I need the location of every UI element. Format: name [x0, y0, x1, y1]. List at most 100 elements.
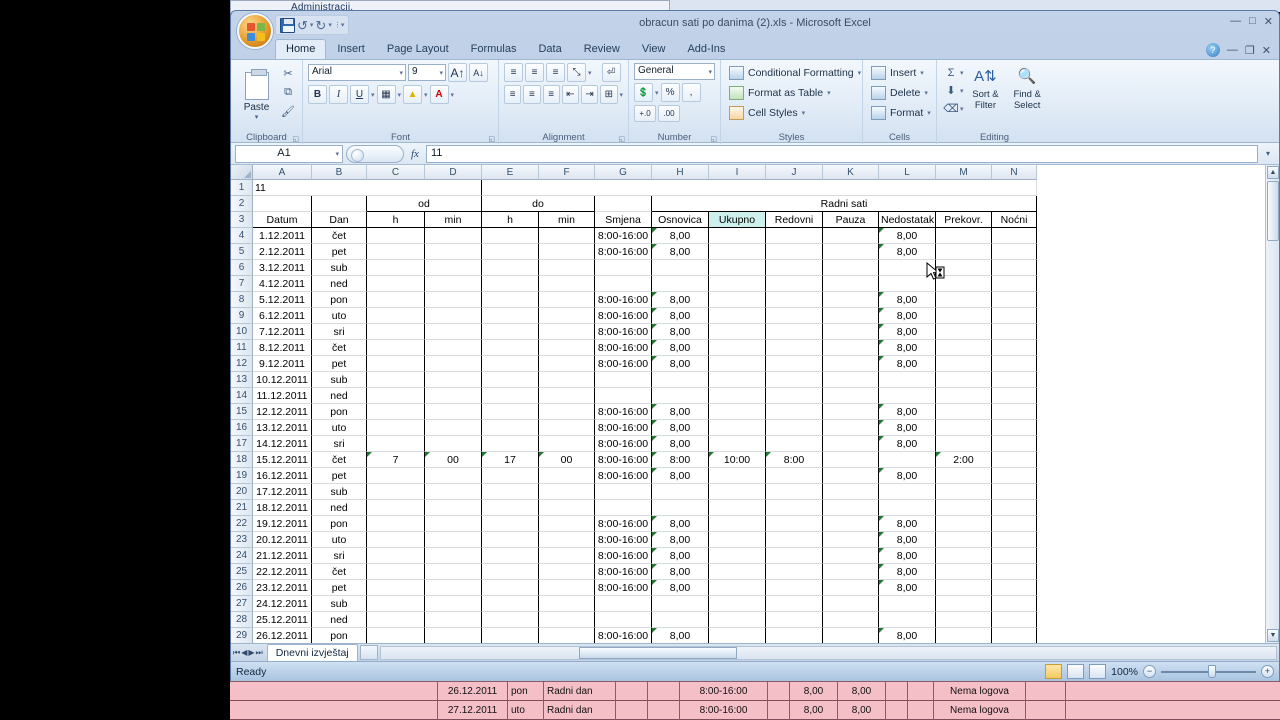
cell-B22[interactable]: pon: [312, 516, 367, 532]
cell-L14[interactable]: [879, 388, 936, 404]
cell-E10[interactable]: [482, 324, 539, 340]
decrease-indent-icon[interactable]: ⇤: [561, 85, 579, 104]
cell-G16[interactable]: 8:00-16:00: [595, 420, 652, 436]
cell-H7[interactable]: [652, 276, 709, 292]
borders-icon[interactable]: ▦: [376, 85, 396, 104]
minimize-button[interactable]: —: [1230, 15, 1241, 28]
cell-E9[interactable]: [482, 308, 539, 324]
cell-F16[interactable]: [539, 420, 595, 436]
ribbon-minimize-icon[interactable]: —: [1227, 44, 1238, 56]
column-header-A[interactable]: A: [253, 165, 312, 180]
cell-L4[interactable]: 8,00: [879, 228, 936, 244]
cell-A17[interactable]: 14.12.2011: [253, 436, 312, 452]
row-header-29[interactable]: 29: [231, 628, 253, 643]
cell-J24[interactable]: [766, 548, 823, 564]
cell-I4[interactable]: [709, 228, 766, 244]
cell-J5[interactable]: [766, 244, 823, 260]
cell-F22[interactable]: [539, 516, 595, 532]
header-cell-smjena[interactable]: Smjena: [595, 212, 652, 228]
cell-N7[interactable]: [992, 276, 1037, 292]
cell-A24[interactable]: 21.12.2011: [253, 548, 312, 564]
cell-L11[interactable]: 8,00: [879, 340, 936, 356]
cell-I18[interactable]: 10:00: [709, 452, 766, 468]
cell-B27[interactable]: sub: [312, 596, 367, 612]
cell-N9[interactable]: [992, 308, 1037, 324]
cell-J7[interactable]: [766, 276, 823, 292]
cell-D27[interactable]: [425, 596, 482, 612]
cell-E18[interactable]: 17: [482, 452, 539, 468]
cell-H14[interactable]: [652, 388, 709, 404]
horizontal-scroll-thumb[interactable]: [578, 646, 737, 659]
cell-N6[interactable]: [992, 260, 1037, 276]
header-cell-osnovica[interactable]: Osnovica: [652, 212, 709, 228]
select-all-button[interactable]: [231, 165, 253, 180]
formula-input[interactable]: 11: [425, 144, 1258, 163]
cell-row1-rest[interactable]: [482, 180, 1037, 196]
cell-M22[interactable]: [936, 516, 992, 532]
cell-D28[interactable]: [425, 612, 482, 628]
cell-C19[interactable]: [367, 468, 425, 484]
cell-G28[interactable]: [595, 612, 652, 628]
cell-E26[interactable]: [482, 580, 539, 596]
cell-F27[interactable]: [539, 596, 595, 612]
cell-D4[interactable]: [425, 228, 482, 244]
cell-H24[interactable]: 8,00: [652, 548, 709, 564]
cell-F17[interactable]: [539, 436, 595, 452]
header-cell-od-h[interactable]: h: [367, 212, 425, 228]
sheet-tab-dnevni-izvjestaj[interactable]: Dnevni izvještaj: [266, 644, 358, 661]
cell-E12[interactable]: [482, 356, 539, 372]
cell-B9[interactable]: uto: [312, 308, 367, 324]
cell-H23[interactable]: 8,00: [652, 532, 709, 548]
cell-G20[interactable]: [595, 484, 652, 500]
cell-J18[interactable]: 8:00: [766, 452, 823, 468]
cell-D21[interactable]: [425, 500, 482, 516]
cell-M25[interactable]: [936, 564, 992, 580]
number-dialog-launcher[interactable]: ◱: [710, 135, 717, 143]
cell-J17[interactable]: [766, 436, 823, 452]
cell-D8[interactable]: [425, 292, 482, 308]
cell-D24[interactable]: [425, 548, 482, 564]
cell-H22[interactable]: 8,00: [652, 516, 709, 532]
cell-F18[interactable]: 00: [539, 452, 595, 468]
cell-A18[interactable]: 15.12.2011: [253, 452, 312, 468]
cell-D14[interactable]: [425, 388, 482, 404]
cell-E20[interactable]: [482, 484, 539, 500]
cell-E15[interactable]: [482, 404, 539, 420]
cell-L28[interactable]: [879, 612, 936, 628]
percent-style-icon[interactable]: %: [660, 83, 680, 102]
prev-sheet-button[interactable]: ◀: [241, 648, 247, 658]
cell-F26[interactable]: [539, 580, 595, 596]
cell-M13[interactable]: [936, 372, 992, 388]
format-painter-icon[interactable]: 🖌: [279, 103, 297, 120]
cell-L7[interactable]: [879, 276, 936, 292]
cell-K10[interactable]: [823, 324, 879, 340]
cell-K25[interactable]: [823, 564, 879, 580]
cell-B26[interactable]: pet: [312, 580, 367, 596]
cell-F13[interactable]: [539, 372, 595, 388]
tab-add-ins[interactable]: Add-Ins: [676, 39, 736, 59]
page-break-view-icon[interactable]: [1089, 664, 1107, 679]
cell-B8[interactable]: pon: [312, 292, 367, 308]
cell-M14[interactable]: [936, 388, 992, 404]
row-header-27[interactable]: 27: [231, 596, 253, 612]
cell-A14[interactable]: 11.12.2011: [253, 388, 312, 404]
cell-G29[interactable]: 8:00-16:00: [595, 628, 652, 643]
column-header-L[interactable]: L: [879, 165, 936, 180]
cell-J20[interactable]: [766, 484, 823, 500]
cell-M9[interactable]: [936, 308, 992, 324]
cell-N13[interactable]: [992, 372, 1037, 388]
cell-H10[interactable]: 8,00: [652, 324, 709, 340]
cell-K12[interactable]: [823, 356, 879, 372]
header-cell-do-h[interactable]: h: [482, 212, 539, 228]
row-header-8[interactable]: 8: [231, 292, 253, 308]
cell-J27[interactable]: [766, 596, 823, 612]
cell-L27[interactable]: [879, 596, 936, 612]
cell-K15[interactable]: [823, 404, 879, 420]
cell-A28[interactable]: 25.12.2011: [253, 612, 312, 628]
cell-H29[interactable]: 8,00: [652, 628, 709, 643]
autosum-icon[interactable]: Σ: [942, 64, 960, 81]
align-bottom-icon[interactable]: ≡: [546, 63, 565, 82]
cell-A2[interactable]: [253, 196, 312, 212]
paste-dropdown-icon[interactable]: ▾: [255, 113, 259, 121]
cell-H17[interactable]: 8,00: [652, 436, 709, 452]
